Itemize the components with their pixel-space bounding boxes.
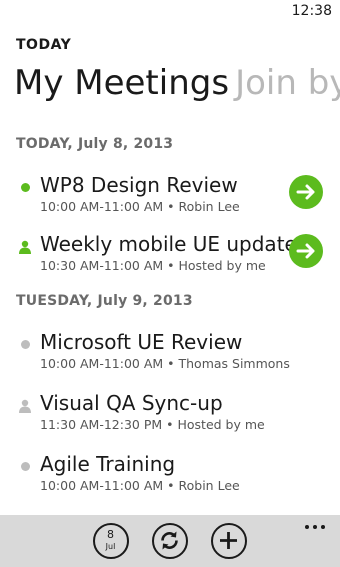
meeting-details: 10:00 AM-11:00 AM • Thomas Simmons: [40, 356, 290, 371]
sync-button[interactable]: [152, 523, 188, 559]
meeting-details: 11:30 AM-12:30 PM • Hosted by me: [40, 417, 265, 432]
gray-dot-icon: [18, 459, 32, 473]
clock: 12:38: [291, 3, 332, 19]
pivot-item-my-meetings[interactable]: My Meetings: [14, 63, 229, 103]
green-person-icon: [18, 239, 32, 254]
meeting-item[interactable]: Weekly mobile UE update 10:30 AM-11:00 A…: [0, 230, 340, 282]
app-title: TODAY: [16, 37, 72, 53]
pivot-header: My Meetings Join by: [14, 60, 340, 106]
meeting-item[interactable]: Agile Training 10:00 AM-11:00 AM • Robin…: [0, 450, 340, 502]
section-header-today: TODAY, July 8, 2013: [16, 136, 174, 152]
arrow-right-icon: [296, 243, 315, 259]
calendar-button[interactable]: 8 Jul: [93, 523, 129, 559]
meeting-item[interactable]: WP8 Design Review 10:00 AM-11:00 AM • Ro…: [0, 171, 340, 223]
meeting-title: Agile Training: [40, 452, 176, 476]
more-button[interactable]: [304, 517, 326, 529]
meeting-item[interactable]: Microsoft UE Review 10:00 AM-11:00 AM • …: [0, 328, 340, 380]
gray-person-icon: [18, 398, 32, 413]
calendar-day: 8: [107, 528, 114, 541]
add-button[interactable]: [211, 523, 247, 559]
meeting-details: 10:00 AM-11:00 AM • Robin Lee: [40, 199, 240, 214]
green-dot-icon: [18, 180, 32, 194]
meeting-item[interactable]: Visual QA Sync-up 11:30 AM-12:30 PM • Ho…: [0, 389, 340, 441]
meeting-title: WP8 Design Review: [40, 173, 238, 197]
meeting-details: 10:00 AM-11:00 AM • Robin Lee: [40, 478, 240, 493]
gray-dot-icon: [18, 337, 32, 351]
more-icon: [305, 525, 325, 529]
status-bar: 12:38: [0, 0, 340, 24]
calendar-month: Jul: [105, 542, 116, 551]
pivot-item-join-by[interactable]: Join by: [235, 63, 340, 103]
meeting-title: Visual QA Sync-up: [40, 391, 223, 415]
meeting-title: Microsoft UE Review: [40, 330, 243, 354]
app-bar: 8 Jul: [0, 515, 340, 567]
join-meeting-button[interactable]: [289, 234, 323, 268]
add-icon: [220, 532, 237, 549]
sync-icon: [161, 531, 178, 550]
arrow-right-icon: [296, 184, 315, 200]
screen: 12:38 TODAY My Meetings Join by TODAY, Ju…: [0, 0, 340, 567]
join-meeting-button[interactable]: [289, 175, 323, 209]
meeting-title: Weekly mobile UE update: [40, 232, 297, 256]
section-header-tuesday: TUESDAY, July 9, 2013: [16, 293, 193, 309]
meeting-details: 10:30 AM-11:00 AM • Hosted by me: [40, 258, 266, 273]
